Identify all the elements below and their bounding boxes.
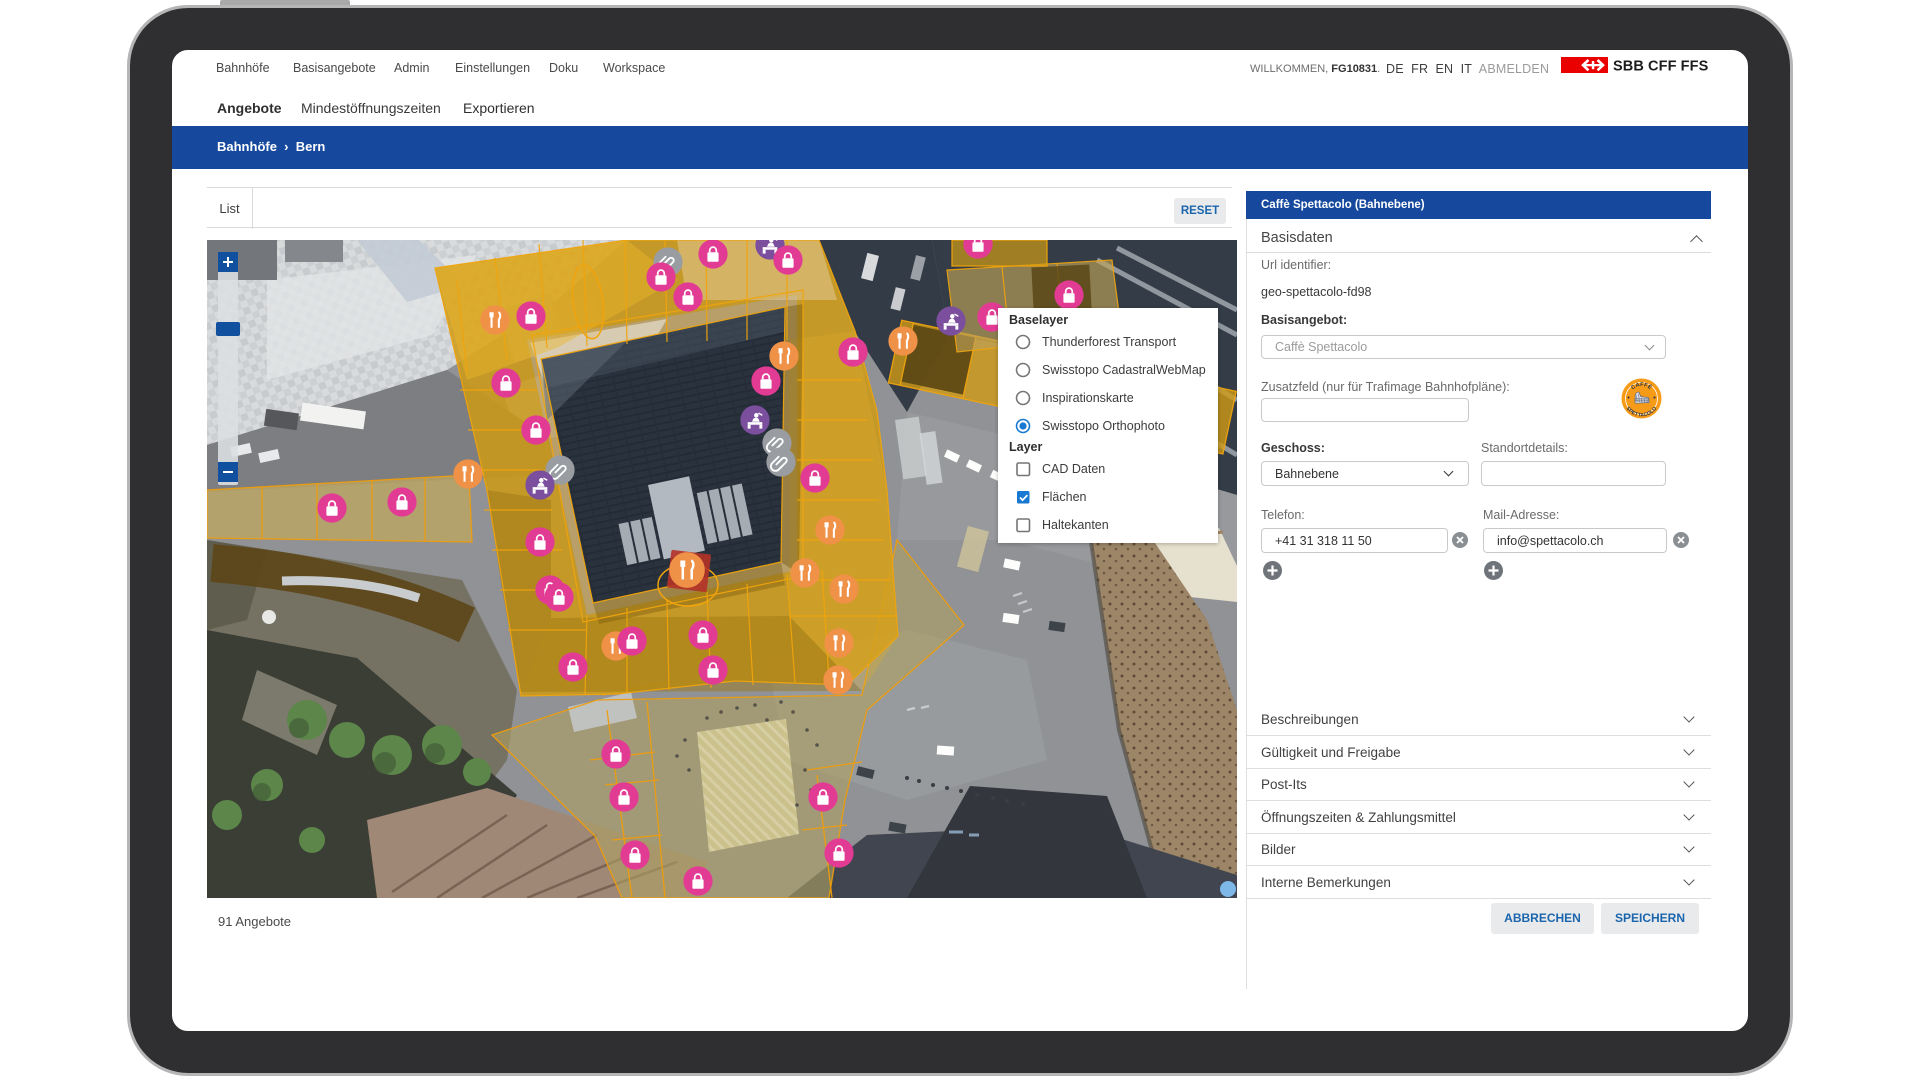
svg-text:SBB CFF FFS: SBB CFF FFS	[1613, 59, 1709, 75]
